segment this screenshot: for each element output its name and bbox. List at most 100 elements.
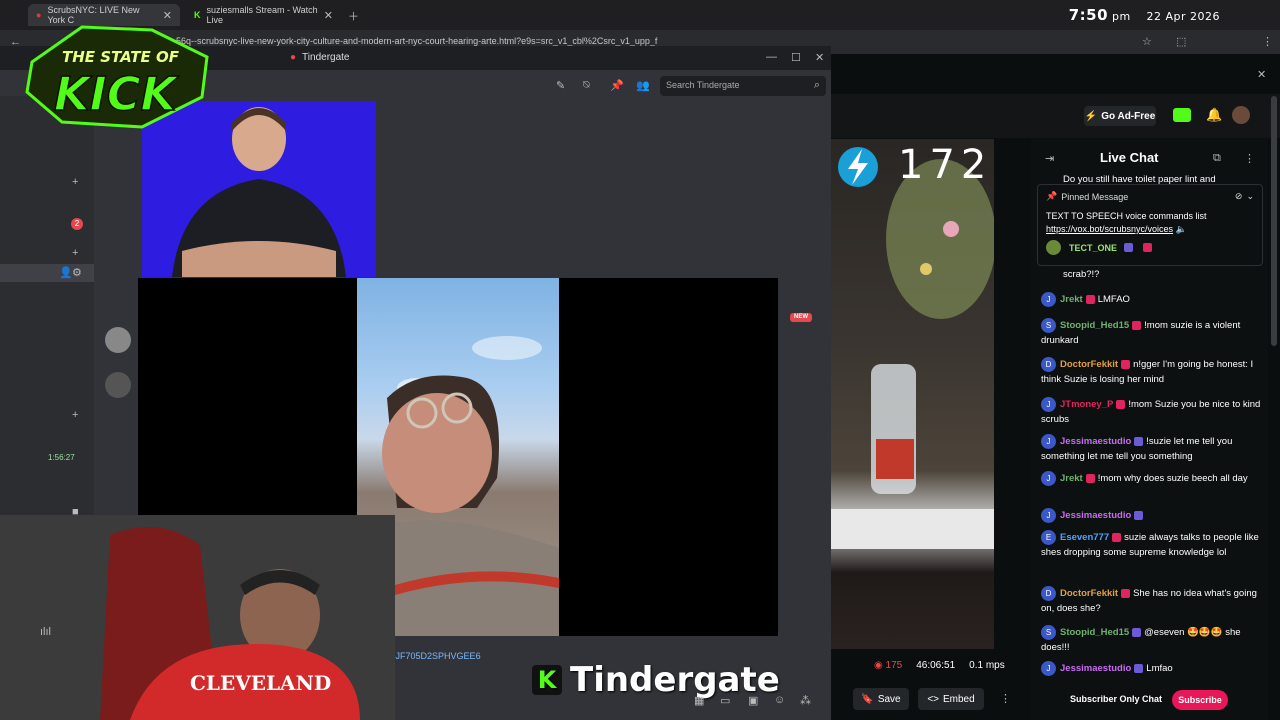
avatar[interactable] [105,372,131,398]
badge-icon [1085,295,1095,304]
go-ad-free-button[interactable]: ⚡ Go Ad-Free [1084,106,1156,126]
emoji-icon[interactable]: ☺ [774,694,785,706]
pin-icon[interactable]: 📌 [610,79,624,92]
pinned-message[interactable]: 📌 Pinned Message ⊘ ⌄ TEXT TO SPEECH voic… [1037,184,1263,266]
badge-icon [1134,511,1144,520]
chat-username[interactable]: Jrekt [1060,294,1083,305]
close-icon[interactable]: ✕ [1257,68,1266,81]
badge-icon [1132,628,1142,637]
minimize-icon[interactable]: — [766,51,777,63]
speaker-icon: 🔈 [1175,224,1187,234]
avatar[interactable]: D [1041,357,1056,372]
new-tab-icon[interactable]: ＋ [348,8,359,24]
avatar[interactable]: J [1041,292,1056,307]
window-title: Tindergate [302,52,350,63]
pinned-link[interactable]: https://vox.bot/scrubsnyc/voices [1046,224,1173,234]
stream-video[interactable] [831,139,994,649]
add-channel-icon[interactable]: + [72,247,78,259]
chat-username[interactable]: JTmoney_P [1060,399,1113,410]
chat-message: S Stoopid_Hed15 !mom suzie is a violent dr… [1041,318,1263,348]
avatar[interactable]: D [1041,586,1056,601]
avatar[interactable]: J [1041,434,1056,449]
kick-logo-icon: K [532,665,562,695]
collapse-chat-icon[interactable]: ⇥ [1045,152,1054,165]
chat-username[interactable]: Stoopid_Hed15 [1060,320,1129,331]
embed-button[interactable]: <> Embed [918,688,984,710]
scrollbar[interactable] [1271,96,1277,346]
members-icon[interactable]: 👥 [636,79,650,92]
url-text[interactable]: 56q--scrubsnyc-live-new-york-city-cultur… [176,36,657,46]
notification-badge: 2 [71,218,83,230]
mute-icon[interactable]: ⍉ [583,79,590,92]
popout-icon[interactable]: ⧉ [1213,152,1221,165]
chat-username[interactable]: Jessimaestudio [1060,663,1131,674]
chat-username[interactable]: Stoopid_Hed15 [1060,627,1129,638]
chat-username[interactable]: Eseven777 [1060,532,1109,543]
stream-stats: ◉ 175 46:06:51 0.1 mps [874,660,1005,671]
gear-icon[interactable]: ⚙ [72,266,82,279]
call-timer: 1:56:27 [48,453,75,462]
kick-favicon-icon: K [194,10,201,20]
close-window-icon[interactable]: ✕ [815,51,824,64]
subscribe-button[interactable]: Subscribe [1172,690,1228,710]
avatar[interactable] [1232,106,1250,124]
apps-icon[interactable]: ⁂ [800,694,811,707]
avatar[interactable]: J [1041,661,1056,676]
avatar[interactable]: J [1041,397,1056,412]
code-icon: <> [927,693,939,705]
hide-icon[interactable]: ⊘ [1235,191,1243,202]
scene-title: K Tindergate [532,660,780,700]
screen-icon[interactable]: ▭ [720,694,730,707]
state-of-kick-logo: THE STATE OF KICK [22,22,212,132]
chat-menu-icon[interactable]: ⋮ [1244,152,1255,165]
pinned-text: TEXT TO SPEECH voice commands list [1046,211,1207,221]
chat-username[interactable]: Jessimaestudio [1060,436,1131,447]
chat-message-text: !mom why does suzie beech all day [1097,473,1248,485]
chat-username[interactable]: DoctorFekkit [1060,588,1118,599]
add-channel-icon[interactable]: + [72,409,78,421]
chat-message: D DoctorFekkit She has no idea what's goin… [1041,586,1263,616]
bookmark-icon: 🔖 [861,693,874,705]
more-options-icon[interactable]: ⋮ [1000,692,1011,705]
extensions-icon[interactable]: ⬚ [1176,35,1186,48]
add-channel-icon[interactable]: + [72,176,78,188]
add-member-icon[interactable]: 👤 [59,266,73,279]
bell-icon[interactable]: 🔔 [1206,107,1222,123]
badge-icon [1134,664,1144,673]
save-button[interactable]: 🔖 Save [853,688,909,710]
grid-icon[interactable]: ▦ [694,694,704,707]
badge-icon [1121,360,1131,369]
badge-icon [1112,533,1122,542]
chat-message-text: scrab?!? [1063,269,1100,280]
threads-icon[interactable]: ✎ [556,79,565,92]
audio-wave-icon: ılıl [40,626,51,638]
chat-message-text: LMFAO [1097,294,1130,306]
go-live-icon[interactable] [1173,108,1191,122]
tab-label: suziesmalls Stream - Watch Live [206,5,318,25]
close-icon[interactable]: ✕ [324,9,333,22]
maximize-icon[interactable]: ☐ [791,51,801,64]
new-badge: NEW [790,313,812,322]
avatar[interactable]: S [1041,625,1056,640]
chat-message: J Jrekt LMFAO [1041,292,1263,307]
chat-username[interactable]: DoctorFekkit [1060,359,1118,370]
viewer-overlay-number: 172 [898,142,993,188]
clock: 7:50 pm 22 Apr 2026 [1068,6,1220,24]
avatar[interactable]: S [1041,318,1056,333]
avatar[interactable]: J [1041,471,1056,486]
chat-username[interactable]: Jessimaestudio [1060,510,1131,521]
search-input[interactable]: Search Tindergate ⌕ [660,76,826,96]
avatar[interactable]: E [1041,530,1056,545]
chat-message: J JTmoney_P !mom Suzie you be nice to kind… [1041,397,1263,427]
avatar[interactable]: J [1041,508,1056,523]
menu-icon[interactable]: ⋮ [1262,35,1273,48]
avatar[interactable] [105,327,131,353]
chevron-down-icon[interactable]: ⌄ [1246,191,1254,202]
close-icon[interactable]: ✕ [163,9,172,22]
star-icon[interactable]: ☆ [1142,35,1152,48]
chat-username[interactable]: Jrekt [1060,473,1083,484]
activity-icon[interactable]: ▣ [748,694,758,707]
bolt-icon: ⚡ [1084,110,1098,122]
pin-icon: 📌 [1046,191,1058,201]
badge-icon [1116,400,1126,409]
